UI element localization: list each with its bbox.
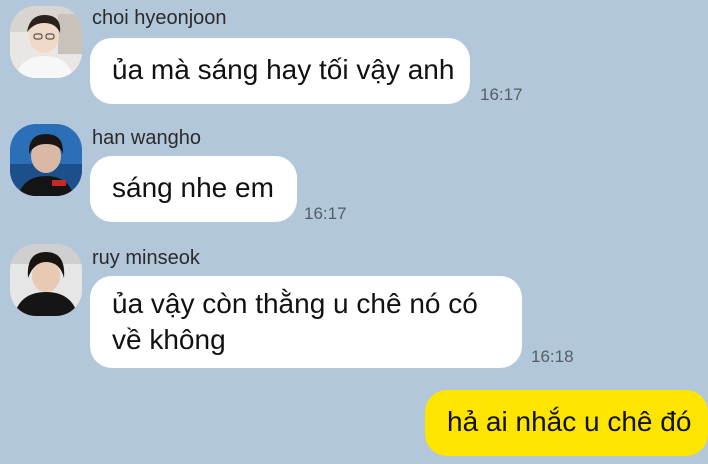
avatar-photo-icon: [10, 124, 82, 196]
sender-name: choi hyeonjoon: [92, 7, 227, 29]
avatar[interactable]: [10, 244, 82, 316]
message-bubble[interactable]: ủa mà sáng hay tối vậy anh: [90, 38, 470, 104]
message-time: 16:17: [304, 204, 347, 223]
message-bubble[interactable]: sáng nhe em: [90, 156, 297, 222]
chat-area: choi hyeonjoon ủa mà sáng hay tối vậy an…: [0, 0, 708, 464]
avatar[interactable]: [10, 124, 82, 196]
message-time: 16:17: [480, 85, 523, 104]
sender-name: han wangho: [92, 127, 201, 149]
avatar[interactable]: [10, 6, 82, 78]
avatar-photo-icon: [10, 244, 82, 316]
avatar-photo-icon: [10, 6, 82, 78]
sender-name: ruy minseok: [92, 247, 200, 269]
message-bubble[interactable]: ủa vậy còn thằng u chê nó có về không: [90, 276, 522, 368]
message-time: 16:18: [531, 347, 574, 366]
my-message-bubble[interactable]: hả ai nhắc u chê đó: [425, 390, 708, 456]
